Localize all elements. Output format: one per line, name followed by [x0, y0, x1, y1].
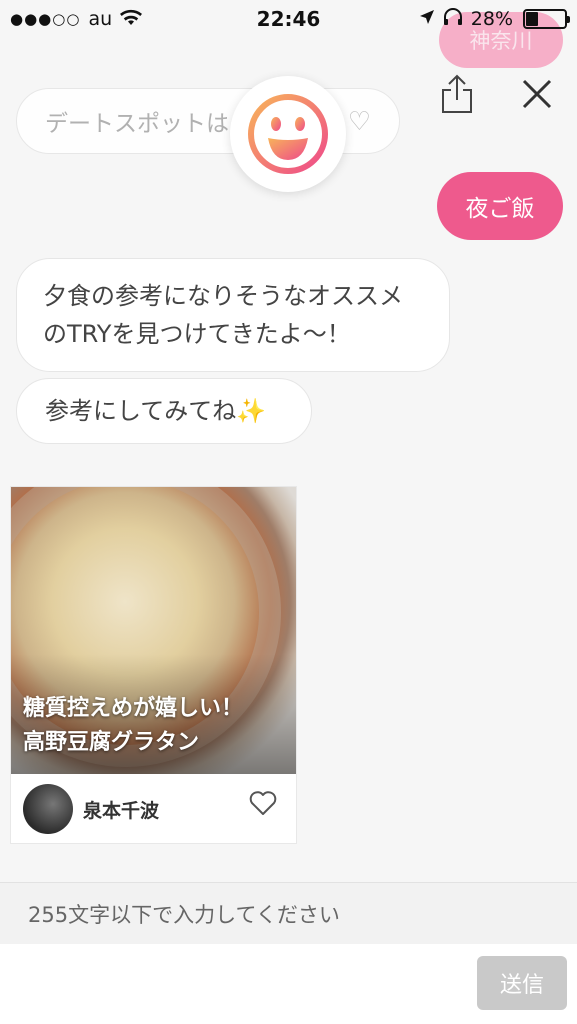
bot-avatar: [230, 76, 346, 192]
bottom-bar: 送信: [0, 944, 577, 1024]
send-button[interactable]: 送信: [477, 956, 567, 1010]
carrier-label: au: [88, 8, 113, 30]
battery-percent: 28%: [470, 8, 513, 30]
signal-indicator: ●●●○○: [10, 10, 81, 28]
message-input[interactable]: 255文字以下で入力してください: [0, 882, 577, 944]
recipe-card[interactable]: 糖質控えめが嬉しい！ 高野豆腐グラタン 泉本千波: [10, 486, 297, 844]
card-footer: 泉本千波: [11, 774, 296, 844]
author-avatar[interactable]: [23, 784, 73, 834]
battery-icon: [523, 9, 570, 29]
smiley-logo-icon: [248, 94, 328, 174]
close-icon: [522, 79, 552, 109]
recipe-title-line2: 高野豆腐グラタン: [23, 730, 200, 755]
heart-icon: ♡: [347, 107, 371, 137]
wifi-icon: [120, 8, 143, 31]
close-button[interactable]: [517, 72, 557, 116]
clock: 22:46: [256, 7, 321, 31]
favorite-heart-icon[interactable]: [248, 788, 278, 818]
recipe-photo[interactable]: 糖質控えめが嬉しい！ 高野豆腐グラタン: [11, 487, 296, 774]
status-right: 28%: [419, 7, 570, 31]
share-icon: [442, 74, 472, 113]
message-input-placeholder: 255文字以下で入力してください: [28, 902, 340, 927]
user-message: 夜ご飯: [437, 172, 563, 240]
bot-message: 夕食の参考になりそうなオススメのTRYを見つけてきたよ〜！: [16, 258, 450, 372]
status-left: ●●●○○ au: [10, 8, 143, 31]
headphones-icon: [443, 7, 463, 31]
status-bar: ●●●○○ au 22:46 28%: [0, 0, 577, 38]
top-actions: [437, 72, 557, 116]
author-name[interactable]: 泉本千波: [83, 796, 159, 823]
bot-message: 参考にしてみてね✨: [16, 378, 312, 444]
share-button[interactable]: [437, 72, 477, 116]
suggestion-text: デートスポットは: [45, 111, 229, 137]
recipe-title-line1: 糖質控えめが嬉しい！: [23, 696, 244, 721]
recipe-title: 糖質控えめが嬉しい！ 高野豆腐グラタン: [23, 692, 243, 760]
location-arrow-icon: [419, 8, 435, 30]
